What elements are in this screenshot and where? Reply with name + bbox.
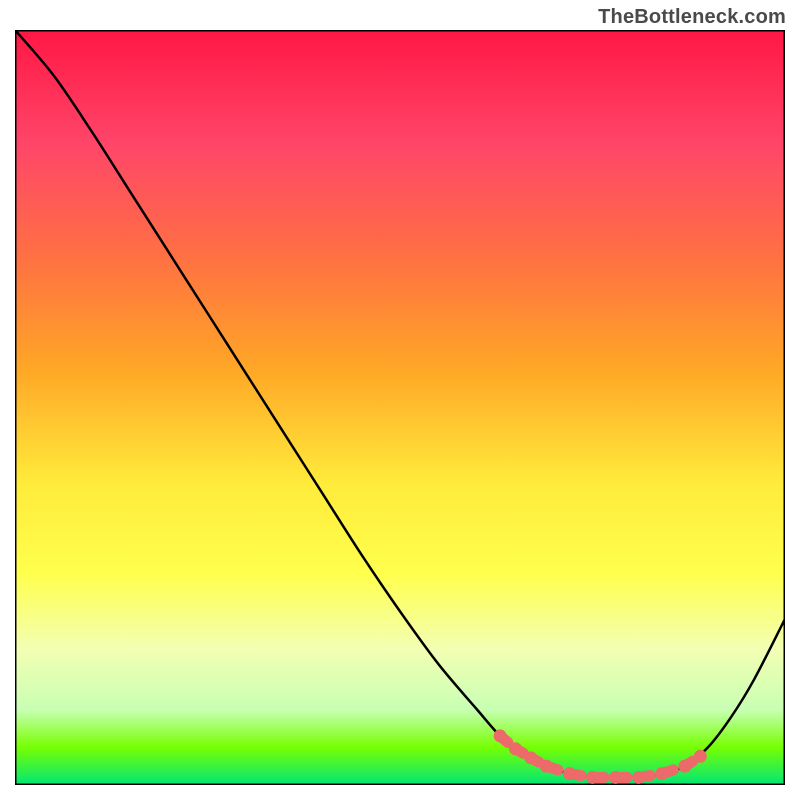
plot-area — [15, 30, 785, 785]
attribution-label: TheBottleneck.com — [598, 6, 786, 29]
marker-dot — [694, 750, 707, 763]
marker-segment — [639, 776, 651, 778]
marker-segment — [516, 749, 524, 754]
marker-segment — [531, 758, 539, 762]
chart-svg — [15, 30, 785, 785]
marker-segment — [569, 774, 581, 776]
marker-segment — [662, 770, 674, 774]
marker-segment — [546, 766, 558, 770]
gradient-background — [15, 30, 785, 785]
marker-segment — [685, 761, 693, 766]
marker-segment — [500, 736, 508, 742]
chart-container: TheBottleneck.com — [0, 0, 800, 800]
